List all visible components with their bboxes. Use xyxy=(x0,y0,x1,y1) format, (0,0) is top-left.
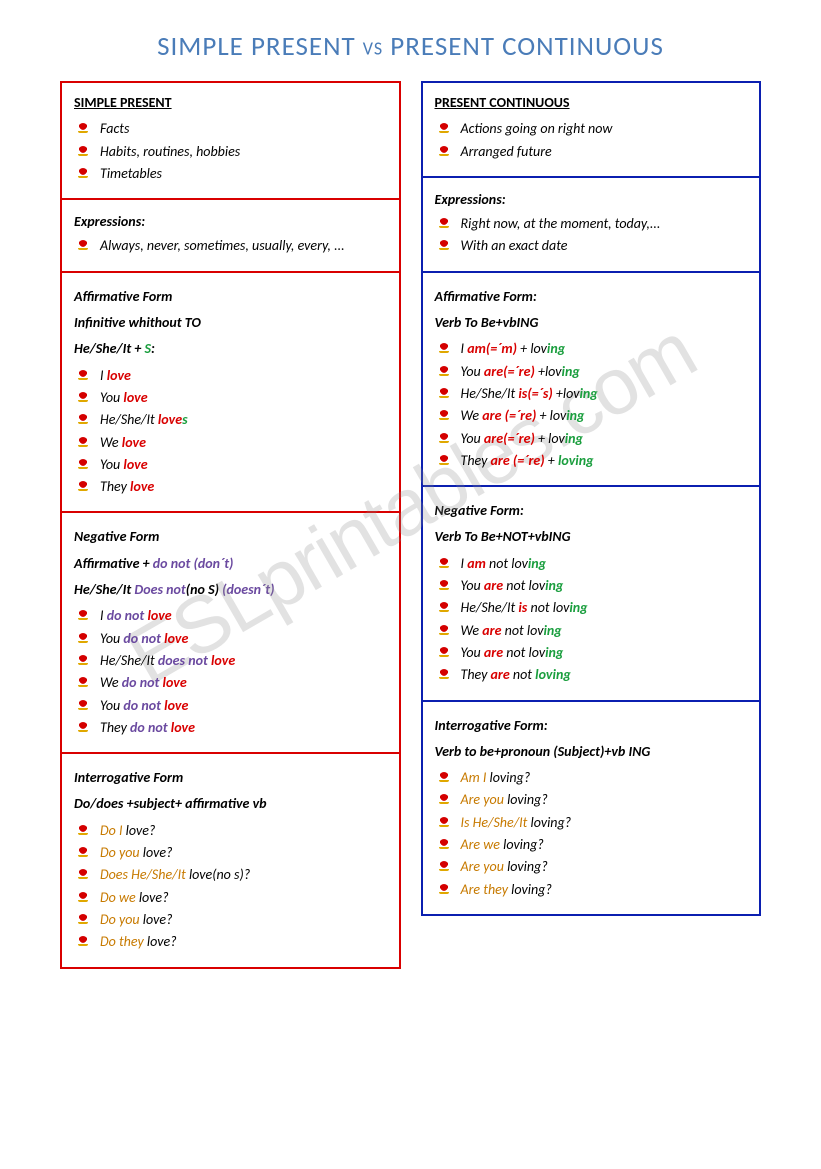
page-title: SIMPLE PRESENT VS PRESENT CONTINUOUS xyxy=(60,30,761,63)
rule2-post: : xyxy=(151,340,155,357)
title-left: SIMPLE PRESENT xyxy=(157,30,356,63)
list-item: Habits, routines, hobbies xyxy=(96,142,387,162)
simple-expressions-box: Expressions: Always, never, sometimes, u… xyxy=(60,200,401,273)
list-item: I do not love xyxy=(96,606,387,626)
list-item: You do not love xyxy=(96,629,387,649)
list-item: Are we loving? xyxy=(457,835,748,855)
list-item: He/She/It loves xyxy=(96,410,387,430)
simple-neg-title: Negative Form xyxy=(74,527,387,547)
simple-expr-list: Always, never, sometimes, usually, every… xyxy=(74,236,387,256)
cont-int-rule: Verb to be+pronoun (Subject)+vb ING xyxy=(435,742,748,762)
cont-neg-list: I am not lovingYou are not lovingHe/She/… xyxy=(435,554,748,686)
cont-expr-label: Expressions: xyxy=(435,190,748,210)
simple-int-rule: Do/does +subject+ affirmative vb xyxy=(74,794,387,814)
list-item: With an exact date xyxy=(457,236,748,256)
list-item: You love xyxy=(96,388,387,408)
worksheet-page: ESLprintables.com SIMPLE PRESENT VS PRES… xyxy=(0,0,821,1009)
cont-aff-list: I am(=´m) + loving You are(=´re) +lovingH… xyxy=(435,339,748,471)
list-item: Timetables xyxy=(96,164,387,184)
list-item: I am(=´m) + loving xyxy=(457,339,748,359)
list-item: Are they loving? xyxy=(457,880,748,900)
list-item: Do they love? xyxy=(96,932,387,952)
cont-header: PRESENT CONTINUOUS xyxy=(435,93,748,113)
list-item: Facts xyxy=(96,119,387,139)
list-item: Actions going on right now xyxy=(457,119,748,139)
list-item: I love xyxy=(96,366,387,386)
simple-present-column: SIMPLE PRESENT Facts Habits, routines, ho… xyxy=(60,81,401,969)
cont-neg-rule: Verb To Be+NOT+vbING xyxy=(435,527,748,547)
simple-header: SIMPLE PRESENT xyxy=(74,93,387,113)
list-item: Always, never, sometimes, usually, every… xyxy=(96,236,387,256)
simple-aff-title: Affirmative Form xyxy=(74,287,387,307)
list-item: Are you loving? xyxy=(457,857,748,877)
cont-int-title: Interrogative Form: xyxy=(435,716,748,736)
list-item: You are(=´re) + loving xyxy=(457,429,748,449)
neg-rule1-pre: Affirmative + xyxy=(74,555,153,572)
list-item: Do you love? xyxy=(96,843,387,863)
list-item: We love xyxy=(96,433,387,453)
cont-int-list: Am I loving?Are you loving?Is He/She/It … xyxy=(435,768,748,900)
neg-rule2-aux2: (doesn´t) xyxy=(222,581,274,598)
list-item: Do I love? xyxy=(96,821,387,841)
list-item: You love xyxy=(96,455,387,475)
list-item: Do we love? xyxy=(96,888,387,908)
list-item: Do you love? xyxy=(96,910,387,930)
list-item: They are (=´re) + loving xyxy=(457,451,748,471)
simple-aff-rule1: Infinitive whithout TO xyxy=(74,313,387,333)
cont-negative-box: Negative Form: Verb To Be+NOT+vbING I am… xyxy=(421,487,762,701)
list-item: They love xyxy=(96,477,387,497)
list-item: They are not loving xyxy=(457,665,748,685)
cont-uses-box: PRESENT CONTINUOUS Actions going on righ… xyxy=(421,81,762,178)
cont-aff-title: Affirmative Form: xyxy=(435,287,748,307)
simple-affirmative-box: Affirmative Form Infinitive whithout TO … xyxy=(60,273,401,514)
neg-rule2-mid: (no S) xyxy=(186,581,222,598)
list-item: We are (=´re) + loving xyxy=(457,406,748,426)
list-item: I am not loving xyxy=(457,554,748,574)
neg-rule2-pre: He/She/It xyxy=(74,581,134,598)
list-item: He/She/It does not love xyxy=(96,651,387,671)
simple-aff-list: I loveYou loveHe/She/It lovesWe loveYou … xyxy=(74,366,387,498)
simple-expr-label: Expressions: xyxy=(74,212,387,232)
cont-interrogative-box: Interrogative Form: Verb to be+pronoun (… xyxy=(421,702,762,916)
list-item: Is He/She/It loving? xyxy=(457,813,748,833)
simple-neg-rule1: Affirmative + do not (don´t) xyxy=(74,554,387,574)
list-item: He/She/It is not loving xyxy=(457,598,748,618)
neg-rule2-aux: Does not xyxy=(134,581,185,598)
simple-uses-list: Facts Habits, routines, hobbiesTimetables xyxy=(74,119,387,184)
simple-negative-box: Negative Form Affirmative + do not (don´… xyxy=(60,513,401,754)
list-item: You do not love xyxy=(96,696,387,716)
list-item: You are not loving xyxy=(457,643,748,663)
cont-expr-list: Right now, at the moment, today,...With … xyxy=(435,214,748,257)
simple-int-list: Do I love?Do you love?Does He/She/It lov… xyxy=(74,821,387,953)
list-item: Are you loving? xyxy=(457,790,748,810)
present-continuous-column: PRESENT CONTINUOUS Actions going on righ… xyxy=(421,81,762,969)
neg-rule1-aux: do not (don´t) xyxy=(153,555,234,572)
list-item: He/She/It is(=´s) +loving xyxy=(457,384,748,404)
list-item: Arranged future xyxy=(457,142,748,162)
list-item: You are not loving xyxy=(457,576,748,596)
simple-uses-box: SIMPLE PRESENT Facts Habits, routines, ho… xyxy=(60,81,401,200)
cont-affirmative-box: Affirmative Form: Verb To Be+vbING I am(… xyxy=(421,273,762,487)
simple-interrogative-box: Interrogative Form Do/does +subject+ aff… xyxy=(60,754,401,968)
list-item: They do not love xyxy=(96,718,387,738)
list-item: Am I loving? xyxy=(457,768,748,788)
columns: SIMPLE PRESENT Facts Habits, routines, ho… xyxy=(60,81,761,969)
simple-aff-rule2: He/She/It + S: xyxy=(74,339,387,359)
cont-neg-title: Negative Form: xyxy=(435,501,748,521)
simple-int-title: Interrogative Form xyxy=(74,768,387,788)
title-right: PRESENT CONTINUOUS xyxy=(390,30,664,63)
list-item: Does He/She/It love(no s)? xyxy=(96,865,387,885)
list-item: You are(=´re) +loving xyxy=(457,362,748,382)
title-vs: VS xyxy=(363,38,383,60)
list-item: We do not love xyxy=(96,673,387,693)
cont-aff-rule: Verb To Be+vbING xyxy=(435,313,748,333)
simple-neg-list: I do not loveYou do not loveHe/She/It do… xyxy=(74,606,387,738)
rule2-pre: He/She/It + xyxy=(74,340,145,357)
list-item: Right now, at the moment, today,... xyxy=(457,214,748,234)
list-item: We are not loving xyxy=(457,621,748,641)
cont-expressions-box: Expressions: Right now, at the moment, t… xyxy=(421,178,762,273)
cont-uses-list: Actions going on right now Arranged futur… xyxy=(435,119,748,162)
simple-neg-rule2: He/She/It Does not(no S) (doesn´t) xyxy=(74,580,387,600)
